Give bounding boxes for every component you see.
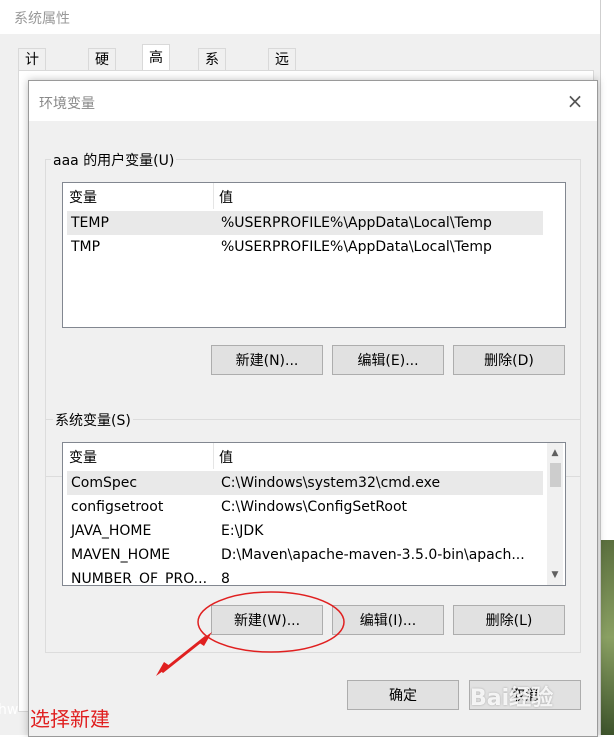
annotation-overlay	[156, 591, 345, 676]
highlight-ellipse	[197, 591, 345, 653]
desktop-label: hw	[0, 702, 19, 718]
annotation-text: 选择新建	[30, 707, 110, 731]
baidu-watermark: Bai经验	[470, 686, 554, 711]
